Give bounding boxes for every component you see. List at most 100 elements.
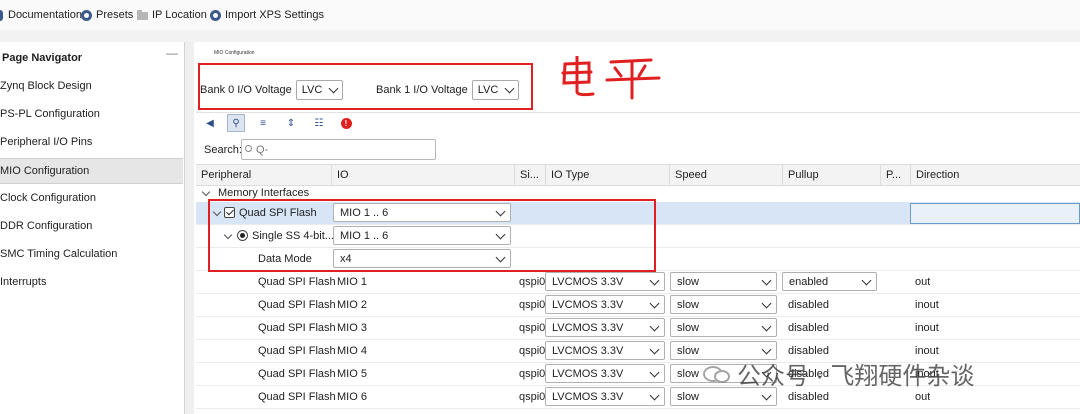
io-type-value: LVCMOS 3.3V xyxy=(552,298,624,311)
io-type-value: LVCMOS 3.3V xyxy=(552,275,624,288)
table-toolbar: ◀ ⚲ ≡ ⇕ ☷ ! xyxy=(196,112,1080,133)
io-cell: MIO 5 xyxy=(337,368,367,380)
chevron-down-icon xyxy=(649,275,660,285)
search-icon[interactable]: ⚲ xyxy=(227,114,245,132)
pullup-value: disabled xyxy=(788,299,829,311)
pullup-select[interactable]: enabled xyxy=(782,272,877,291)
collapse-all-icon[interactable]: ≡ xyxy=(254,114,272,132)
nav-item-ddr-configuration[interactable]: DDR Configuration xyxy=(0,214,183,238)
annotation-box-qspi xyxy=(208,199,656,272)
io-type-value: LVCMOS 3.3V xyxy=(552,390,624,403)
search-label: Search: xyxy=(204,144,242,156)
io-type-value: LVCMOS 3.3V xyxy=(552,367,624,380)
direction-value: inout xyxy=(915,299,939,311)
peripheral-cell: Quad SPI Flash xyxy=(258,345,336,357)
nav-item-label: DDR Configuration xyxy=(0,220,93,232)
presets-label: Presets xyxy=(96,9,134,21)
io-type-select[interactable]: LVCMOS 3.3V xyxy=(545,387,665,406)
wechat-logo-icon xyxy=(703,362,731,386)
peripheral-cell: Quad SPI Flash xyxy=(258,276,336,288)
chevron-down-icon xyxy=(649,367,660,377)
io-type-select[interactable]: LVCMOS 3.3V xyxy=(545,295,665,314)
peripheral-cell: Quad SPI Flash xyxy=(258,299,336,311)
import-xps-settings-button[interactable]: Import XPS Settings xyxy=(210,8,324,22)
documentation-button[interactable]: Documentation xyxy=(0,8,82,22)
speed-value: slow xyxy=(677,367,700,380)
table-row[interactable]: Quad SPI Flash MIO 3 qspi0 LVCMOS 3.3V slow d… xyxy=(196,317,1080,340)
ip-location-label: IP Location xyxy=(152,9,207,21)
search-input[interactable] xyxy=(254,140,428,159)
ip-location-button[interactable]: IP Location xyxy=(137,8,207,22)
nav-item-label: MIO Configuration xyxy=(0,165,90,177)
chevron-down-icon xyxy=(761,321,772,331)
column-signal[interactable]: Si... xyxy=(514,165,545,185)
gear-icon xyxy=(81,9,92,21)
table-header: Peripheral IO Si... IO Type Speed Pullup… xyxy=(196,164,1080,186)
signal-cell: qspi0 xyxy=(519,391,545,403)
nav-item-label: PS-PL Configuration xyxy=(0,108,100,120)
nav-item-smc-timing-calculation[interactable]: SMC Timing Calculation xyxy=(0,242,183,266)
io-type-select[interactable]: LVCMOS 3.3V xyxy=(545,318,665,337)
io-cell: MIO 3 xyxy=(337,322,367,334)
signal-cell: qspi0 xyxy=(519,345,545,357)
search-icon xyxy=(245,145,252,152)
expand-all-icon[interactable]: ⇕ xyxy=(282,114,300,132)
io-cell: MIO 6 xyxy=(337,391,367,403)
minimize-button[interactable]: — xyxy=(166,46,178,60)
error-icon[interactable]: ! xyxy=(337,114,355,132)
column-direction[interactable]: Direction xyxy=(910,165,1080,185)
direction-cell[interactable] xyxy=(910,203,1080,224)
io-type-value: LVCMOS 3.3V xyxy=(552,344,624,357)
io-type-select[interactable]: LVCMOS 3.3V xyxy=(545,272,665,291)
presets-button[interactable]: Presets xyxy=(81,8,133,22)
speed-value: slow xyxy=(677,321,700,334)
column-polarity[interactable]: P... xyxy=(880,165,910,185)
nav-item-mio-configuration[interactable]: MIO Configuration xyxy=(0,158,183,184)
signal-cell: qspi0 xyxy=(519,276,545,288)
peripheral-cell: Quad SPI Flash xyxy=(258,391,336,403)
io-type-select[interactable]: LVCMOS 3.3V xyxy=(545,341,665,360)
page-navigator: Page Navigator — Zynq Block Design PS-PL… xyxy=(0,42,185,414)
speed-select[interactable]: slow xyxy=(670,295,777,314)
chevron-down-icon xyxy=(761,390,772,400)
io-type-select[interactable]: LVCMOS 3.3V xyxy=(545,364,665,383)
handwritten-annotation xyxy=(555,54,665,103)
nav-item-label: Zynq Block Design xyxy=(0,80,92,92)
column-io[interactable]: IO xyxy=(331,165,514,185)
io-cell: MIO 2 xyxy=(337,299,367,311)
nav-item-clock-configuration[interactable]: Clock Configuration xyxy=(0,186,183,210)
nav-item-peripheral-io-pins[interactable]: Peripheral I/O Pins xyxy=(0,130,183,154)
column-io-type[interactable]: IO Type xyxy=(545,165,669,185)
column-peripheral[interactable]: Peripheral xyxy=(196,165,331,185)
chevron-down-icon xyxy=(201,187,211,197)
table-row[interactable]: Quad SPI Flash MIO 1 qspi0 LVCMOS 3.3V slow e… xyxy=(196,271,1080,294)
io-cell: MIO 4 xyxy=(337,345,367,357)
column-speed[interactable]: Speed xyxy=(669,165,782,185)
splitter-bar[interactable] xyxy=(185,42,194,414)
pullup-value: disabled xyxy=(788,322,829,334)
table-row[interactable]: Quad SPI Flash MIO 2 qspi0 LVCMOS 3.3V slow d… xyxy=(196,294,1080,317)
column-pullup[interactable]: Pullup xyxy=(782,165,880,185)
speed-select[interactable]: slow xyxy=(670,318,777,337)
nav-item-ps-pl-configuration[interactable]: PS-PL Configuration xyxy=(0,102,183,126)
direction-value: inout xyxy=(915,322,939,334)
chevron-down-icon xyxy=(649,344,660,354)
speed-value: slow xyxy=(677,390,700,403)
chevron-down-icon xyxy=(761,344,772,354)
chevron-down-icon xyxy=(649,390,660,400)
nav-item-interrupts[interactable]: Interrupts xyxy=(0,270,183,294)
annotation-box-voltage xyxy=(198,63,533,110)
signal-cell: qspi0 xyxy=(519,299,545,311)
pullup-value: enabled xyxy=(789,275,829,288)
speed-select[interactable]: slow xyxy=(670,272,777,291)
back-arrow-icon[interactable]: ◀ xyxy=(201,114,219,132)
io-cell: MIO 1 xyxy=(337,276,367,288)
folder-icon xyxy=(137,10,148,20)
hierarchy-icon[interactable]: ☷ xyxy=(310,114,328,132)
search-field[interactable] xyxy=(241,139,436,160)
nav-item-zynq-block-design[interactable]: Zynq Block Design xyxy=(0,74,183,98)
chevron-down-icon xyxy=(649,298,660,308)
chevron-down-icon xyxy=(761,275,772,285)
speed-value: slow xyxy=(677,298,700,311)
speed-value: slow xyxy=(677,275,700,288)
